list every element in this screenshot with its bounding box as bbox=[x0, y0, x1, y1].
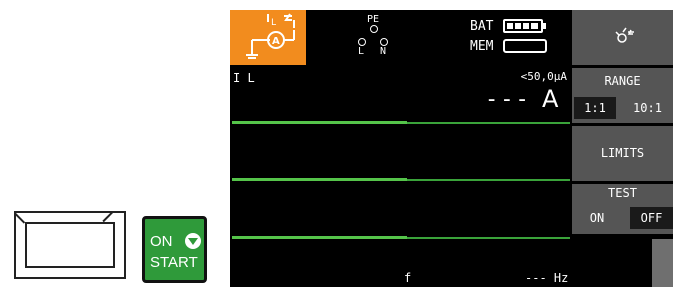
instrument-display: L A PE L N BAT MEM I L <50,0µA --- A f -… bbox=[230, 10, 673, 287]
svg-text:A: A bbox=[272, 36, 280, 47]
probe-settings-softkey[interactable] bbox=[572, 10, 673, 65]
test-softkey[interactable]: TEST ON OFF bbox=[572, 184, 673, 234]
l-terminal-icon bbox=[358, 38, 366, 46]
quantity-label: I L bbox=[233, 71, 255, 85]
trace-line-1 bbox=[232, 121, 570, 124]
on-start-button[interactable]: ON START bbox=[142, 216, 207, 283]
n-terminal-label: N bbox=[380, 46, 387, 57]
measurement-mode-tile: L A bbox=[230, 10, 306, 65]
bat-label: BAT bbox=[470, 19, 494, 34]
limits-label: LIMITS bbox=[600, 146, 645, 160]
frequency-value: --- Hz bbox=[525, 271, 569, 285]
pe-label: PE bbox=[367, 14, 380, 25]
measured-value: --- bbox=[485, 87, 531, 112]
frequency-label: f bbox=[404, 271, 412, 285]
key-bevel-top-left bbox=[14, 213, 26, 224]
memory-icon bbox=[503, 39, 547, 53]
trace-line-3 bbox=[232, 236, 570, 239]
status-header: L A PE L N BAT MEM bbox=[230, 10, 570, 65]
battery-icon bbox=[503, 19, 546, 33]
key-bevel-top-right bbox=[102, 211, 113, 223]
pe-terminal-icon bbox=[370, 25, 378, 33]
test-option-on[interactable]: ON bbox=[574, 207, 620, 229]
range-softkey[interactable]: RANGE 1:1 10:1 bbox=[572, 68, 673, 123]
n-terminal-icon bbox=[380, 38, 388, 46]
start-label: START bbox=[150, 254, 198, 271]
blank-key-face bbox=[25, 222, 115, 268]
limits-softkey[interactable]: LIMITS bbox=[572, 126, 673, 181]
blank-softkey[interactable] bbox=[652, 239, 673, 287]
limit-value: <50,0µA bbox=[520, 70, 567, 83]
measured-unit: A bbox=[542, 85, 559, 113]
chevron-down-icon bbox=[185, 233, 201, 249]
mem-label: MEM bbox=[470, 39, 494, 54]
range-option-1to1[interactable]: 1:1 bbox=[574, 97, 616, 119]
blank-function-key[interactable] bbox=[14, 211, 126, 279]
leakage-current-clamp-icon: L A bbox=[246, 13, 295, 59]
range-title: RANGE bbox=[604, 74, 641, 88]
trace-line-2 bbox=[232, 178, 570, 181]
svg-text:L: L bbox=[271, 18, 276, 28]
test-option-off[interactable]: OFF bbox=[630, 207, 673, 229]
probe-settings-icon bbox=[615, 27, 634, 43]
l-terminal-label: L bbox=[358, 46, 365, 57]
measurement-area: I L <50,0µA --- A f --- Hz bbox=[230, 67, 570, 287]
on-label: ON bbox=[150, 233, 173, 250]
test-title: TEST bbox=[608, 186, 637, 200]
range-option-10to1[interactable]: 10:1 bbox=[622, 97, 673, 119]
